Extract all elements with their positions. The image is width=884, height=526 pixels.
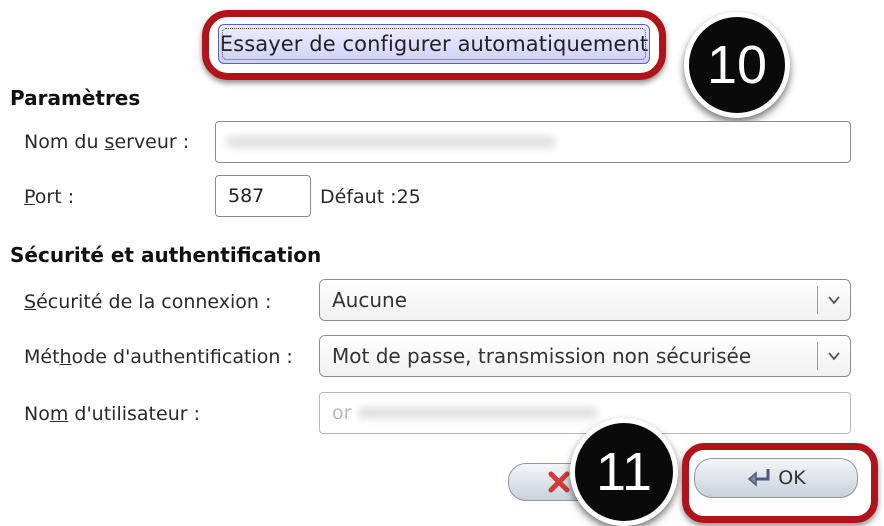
connection-security-label: Sécurité de la connexion : [24, 291, 272, 313]
server-name-input[interactable] [215, 121, 851, 163]
cancel-x-icon [548, 471, 569, 493]
connection-security-select[interactable]: Aucune [319, 279, 851, 321]
port-default-text: Défaut :25 [320, 186, 421, 208]
ok-button[interactable]: OK [694, 458, 858, 498]
auto-configure-label: Essayer de configurer automatiquement [219, 32, 649, 56]
redacted-text [358, 407, 598, 419]
auto-configure-button[interactable]: Essayer de configurer automatiquement [218, 24, 650, 64]
redacted-text [226, 136, 556, 148]
chevron-down-icon [828, 352, 840, 361]
port-label: Port : [24, 186, 75, 208]
chevron-down-icon [828, 296, 840, 305]
step-badge-11: 11 [570, 418, 678, 526]
section-title-parametres: Paramètres [10, 86, 141, 110]
auth-method-select[interactable]: Mot de passe, transmission non sécurisée [319, 335, 851, 377]
username-label: Nom d'utilisateur : [24, 403, 200, 425]
server-name-label: Nom du serveur : [24, 131, 190, 153]
auth-method-label: Méthode d'authentification : [24, 346, 293, 368]
username-input[interactable]: or [319, 392, 851, 434]
step-badge-10: 10 [684, 12, 790, 118]
enter-key-icon [748, 469, 770, 487]
port-input[interactable]: 587 [215, 175, 311, 217]
section-title-security: Sécurité et authentification [10, 243, 322, 267]
